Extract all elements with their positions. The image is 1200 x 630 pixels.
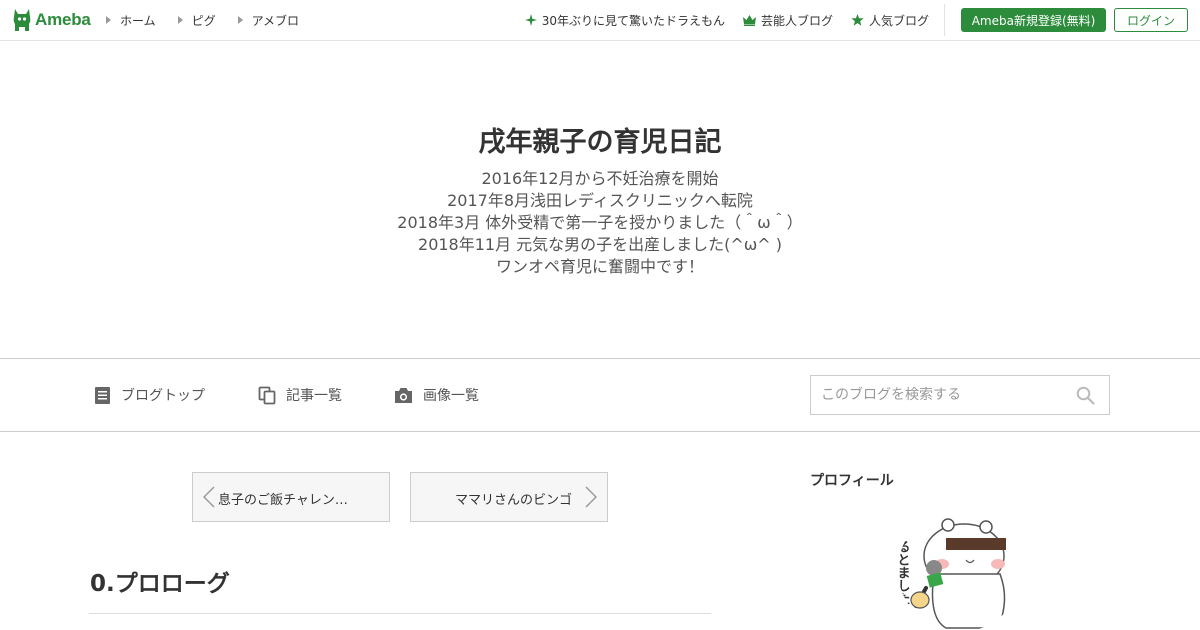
blog-description-line: 2018年3月 体外受精で第一子を授かりました（＾ω＾） <box>397 213 803 232</box>
sparkle-icon <box>524 14 537 26</box>
triangle-right-icon <box>177 16 183 24</box>
blog-description-line: 2018年11月 元気な男の子を出産しました(^ω^ ) <box>418 235 782 254</box>
login-button[interactable]: ログイン <box>1114 8 1188 32</box>
blog-description: 2016年12月から不妊治療を開始 2017年8月浅田レディスクリニックへ転院 … <box>0 168 1200 278</box>
chevron-left-icon <box>202 486 215 512</box>
document-icon <box>94 386 111 405</box>
blog-search <box>810 375 1110 415</box>
entry-title[interactable]: 0.プロローグ <box>90 564 230 598</box>
entry-list-label: 記事一覧 <box>286 388 342 404</box>
nav-item-pigg[interactable]: ピグ <box>177 12 216 29</box>
nav-item-label: ホーム <box>120 13 156 28</box>
link-label: 30年ぶりに見て驚いたドラえもん <box>541 13 725 28</box>
blog-top-label: ブログトップ <box>121 388 205 404</box>
blog-top-link[interactable]: ブログトップ <box>94 359 205 431</box>
blog-search-input[interactable] <box>811 376 1061 414</box>
register-button[interactable]: Ameba新規登録(無料) <box>961 8 1106 32</box>
chevron-right-icon <box>585 486 598 512</box>
crown-icon <box>742 14 756 26</box>
nav-item-home[interactable]: ホーム <box>106 12 156 29</box>
previous-entry-button[interactable]: 息子のご飯チャレン… <box>192 472 390 522</box>
camera-icon <box>394 387 413 404</box>
nav-item-ameblo[interactable]: アメブロ <box>237 12 300 29</box>
header-links: 30年ぶりに見て驚いたドラえもん 芸能人ブログ 人気ブログ <box>507 0 929 40</box>
blog-description-line: ワンオペ育児に奮闘中です！ <box>495 257 704 276</box>
link-doraemon[interactable]: 30年ぶりに見て驚いたドラえもん <box>524 12 725 29</box>
triangle-right-icon <box>106 16 111 24</box>
profile-avatar[interactable]: るとました <box>898 508 1022 630</box>
next-entry-button[interactable]: ママリさんのビンゴ <box>410 472 608 522</box>
link-popular-blogs[interactable]: 人気ブログ <box>851 12 929 29</box>
avatar-text: るとました <box>898 540 910 605</box>
image-list-label: 画像一覧 <box>423 388 479 404</box>
search-icon[interactable] <box>1076 386 1095 409</box>
next-entry-label: ママリさんのビンゴ <box>454 493 572 508</box>
triangle-right-icon <box>237 16 243 24</box>
image-list-link[interactable]: 画像一覧 <box>394 359 479 431</box>
link-label: 芸能人ブログ <box>760 13 833 28</box>
blog-description-line: 2016年12月から不妊治療を開始 <box>481 169 719 188</box>
ameba-logo[interactable]: Ameba <box>12 7 91 33</box>
global-nav: ホーム ピグ アメブロ <box>106 0 321 40</box>
link-label: 人気ブログ <box>868 13 929 28</box>
star-icon <box>851 14 864 26</box>
ameba-mascot-icon <box>13 9 31 31</box>
entry-list-link[interactable]: 記事一覧 <box>258 359 342 431</box>
global-header: Ameba ホーム ピグ アメブロ 30年ぶりに見て驚いたドラえもん 芸能人ブロ… <box>0 0 1200 41</box>
copy-icon <box>258 386 276 405</box>
profile-heading: プロフィール <box>810 473 894 489</box>
avatar-illustration: るとました <box>898 508 1022 630</box>
blog-nav: ブログトップ 記事一覧 画像一覧 <box>0 358 1200 432</box>
blog-title[interactable]: 戌年親子の育児日記 <box>0 120 1200 159</box>
previous-entry-label: 息子のご飯チャレン… <box>218 493 348 508</box>
header-divider <box>944 4 945 36</box>
link-celebrity-blogs[interactable]: 芸能人ブログ <box>742 12 833 29</box>
entry-divider <box>89 613 711 614</box>
logo-text: Ameba <box>35 10 91 29</box>
blog-description-line: 2017年8月浅田レディスクリニックへ転院 <box>447 191 753 210</box>
nav-item-label: アメブロ <box>251 13 300 28</box>
nav-item-label: ピグ <box>191 13 216 28</box>
